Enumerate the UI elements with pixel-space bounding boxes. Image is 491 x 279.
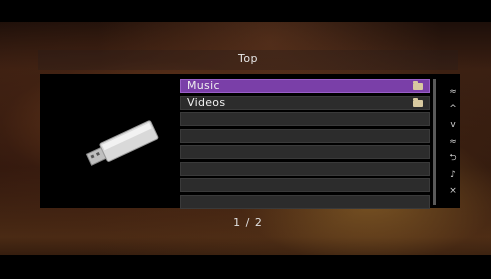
up-icon[interactable]: ^ bbox=[446, 101, 460, 118]
letterbox-top bbox=[0, 0, 491, 22]
letterbox-bottom bbox=[0, 255, 491, 279]
page-down-icon[interactable]: ≈ bbox=[446, 134, 460, 151]
music-note-icon[interactable]: ♪ bbox=[446, 167, 460, 184]
list-item[interactable]: Music bbox=[180, 79, 430, 93]
nav-controls: ≈ ^ v ≈ ⮌ ♪ × bbox=[446, 84, 460, 200]
list-item[interactable] bbox=[180, 161, 430, 176]
list-item[interactable] bbox=[180, 145, 430, 159]
scrollbar[interactable] bbox=[433, 79, 436, 205]
page-title: Top bbox=[237, 52, 259, 65]
usb-drive-icon bbox=[85, 120, 159, 166]
return-icon[interactable]: ⮌ bbox=[446, 150, 460, 167]
file-list: Music Videos bbox=[180, 79, 430, 211]
list-item[interactable] bbox=[180, 194, 430, 209]
list-item-label: Music bbox=[187, 79, 220, 92]
list-item[interactable] bbox=[180, 112, 430, 126]
close-icon[interactable]: × bbox=[446, 183, 460, 200]
screen: Top Music Videos ≈ ^ v ≈ ⮌ ♪ × 1 / 2 bbox=[0, 0, 491, 279]
list-item-label: Videos bbox=[187, 95, 226, 109]
list-item[interactable]: Videos bbox=[180, 95, 430, 110]
page-indicator: 1 / 2 bbox=[233, 216, 263, 229]
folder-icon bbox=[413, 97, 423, 107]
list-item[interactable] bbox=[180, 128, 430, 143]
down-icon[interactable]: v bbox=[446, 117, 460, 134]
folder-icon bbox=[413, 81, 423, 90]
page-up-icon[interactable]: ≈ bbox=[446, 84, 460, 101]
list-item[interactable] bbox=[180, 178, 430, 192]
